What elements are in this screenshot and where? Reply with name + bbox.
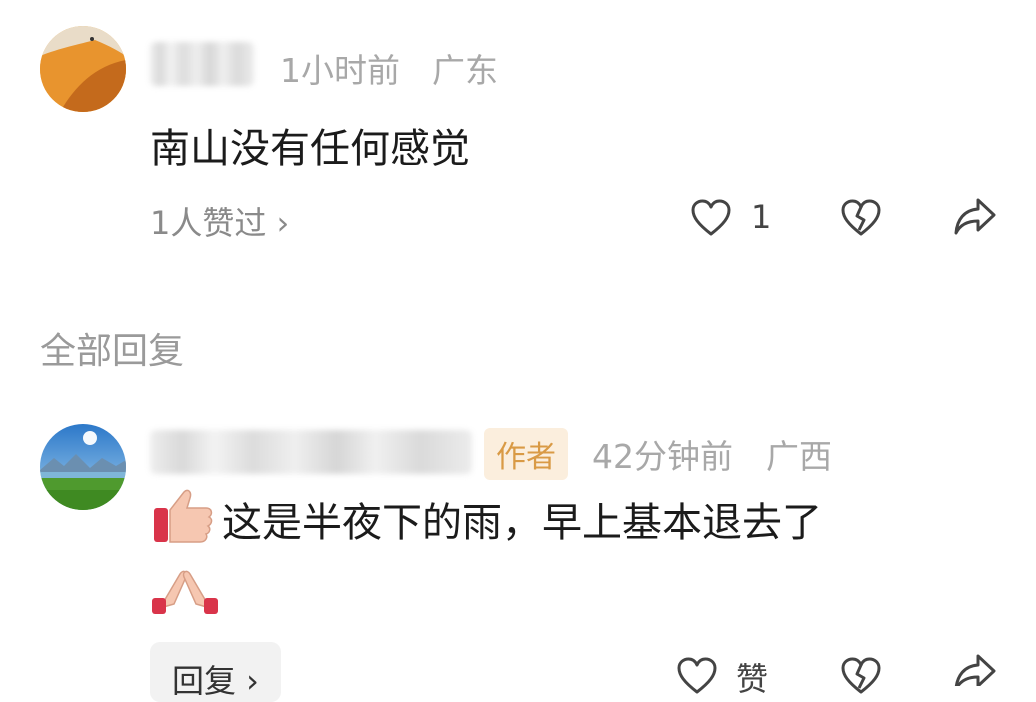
pressed-hands-emoji-icon [150, 560, 220, 616]
comment-location: 广西 [766, 437, 832, 476]
share-arrow-icon[interactable] [952, 652, 998, 686]
username-blurred[interactable] [150, 430, 472, 474]
section-title: 全部回复 [40, 331, 185, 372]
username-blurred[interactable] [150, 42, 254, 86]
like-label[interactable]: 赞 [736, 654, 768, 700]
reply-button[interactable]: 回复 › [150, 642, 281, 702]
like-count: 1 [751, 198, 772, 236]
heart-outline-icon[interactable] [676, 656, 718, 696]
avatar-desert[interactable] [40, 26, 126, 112]
comment-time: 1小时前 [280, 51, 400, 90]
author-badge: 作者 [484, 428, 568, 480]
comment-time: 42分钟前 [592, 437, 733, 476]
comment-text: 这是半夜下的雨，早上基本退去了 [222, 500, 822, 546]
likes-summary-link[interactable]: 1人赞过 › [150, 198, 289, 244]
comment-location: 广东 [432, 51, 498, 90]
thumbs-up-emoji-icon [150, 486, 216, 546]
heart-outline-icon[interactable] [690, 198, 732, 238]
avatar-landscape[interactable] [40, 424, 126, 510]
comment-text: 南山没有任何感觉 [150, 126, 470, 172]
broken-heart-icon[interactable] [840, 656, 882, 696]
share-arrow-icon[interactable] [952, 196, 998, 238]
broken-heart-icon[interactable] [840, 198, 882, 238]
